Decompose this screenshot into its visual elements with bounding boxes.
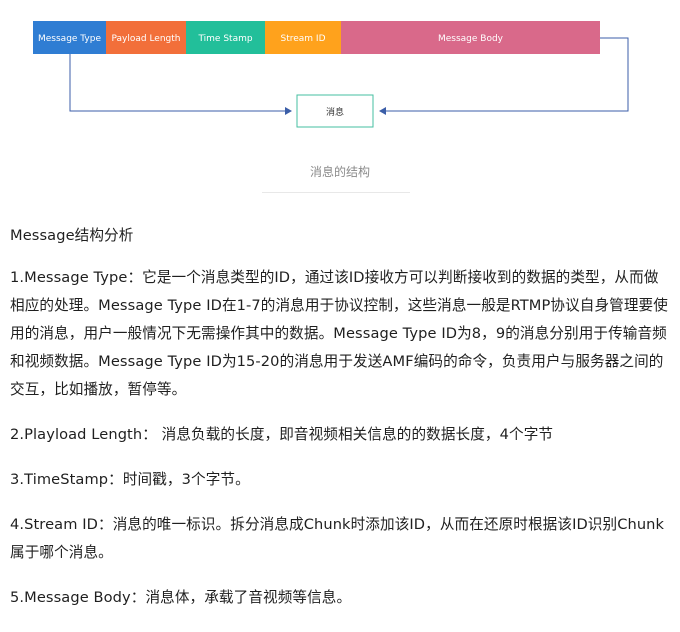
field-payload-length-label: Payload Length	[111, 34, 180, 44]
field-message-type-label: Message Type	[38, 34, 101, 44]
field-stream-id-label: Stream ID	[280, 34, 325, 44]
message-structure-diagram: Message Type Payload Length Time Stamp Stre…	[33, 21, 629, 128]
field-message-body-label: Message Body	[438, 34, 504, 44]
field-time-stamp-label: Time Stamp	[197, 34, 252, 44]
section-heading: Message结构分析	[10, 227, 134, 244]
arrow-left	[69, 54, 292, 115]
article-body: Message结构分析 1.Message Type：它是一个消息类型的ID，通…	[10, 222, 672, 629]
caption-divider	[262, 192, 410, 193]
item-payload-length: 2.Playload Length： 消息负载的长度，即音视频相关信息的的数据长…	[10, 426, 554, 443]
message-box-label: 消息	[326, 106, 344, 118]
item-message-body: 5.Message Body：消息体，承载了音视频等信息。	[10, 589, 352, 606]
item-stream-id: 4.Stream ID：消息的唯一标识。拆分消息成Chunk时添加该ID，从而在…	[10, 516, 665, 561]
diagram-caption: 消息的结构	[309, 165, 370, 179]
item-message-type: 1.Message Type：它是一个消息类型的ID，通过该ID接收方可以判断接…	[10, 269, 668, 398]
item-timestamp: 3.TimeStamp：时间戳，3个字节。	[10, 471, 250, 488]
